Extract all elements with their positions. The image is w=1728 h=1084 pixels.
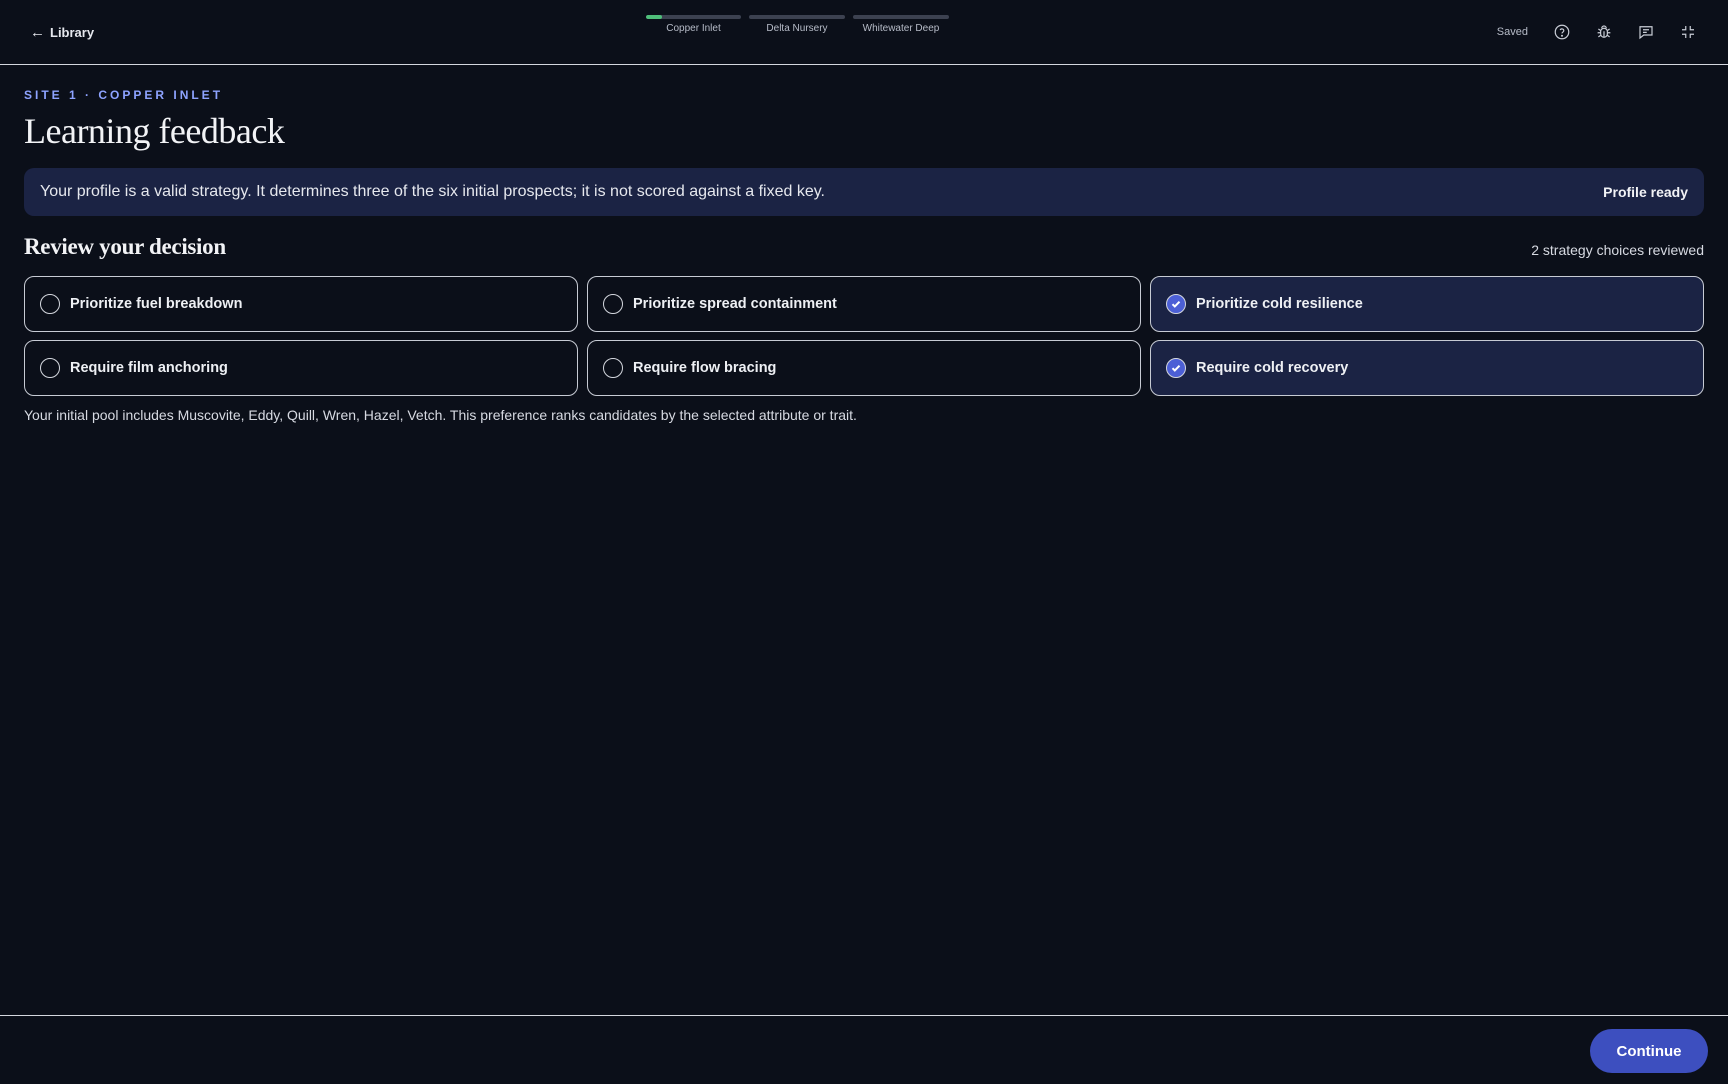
check-icon bbox=[1166, 294, 1186, 314]
exit-fullscreen-icon[interactable] bbox=[1676, 20, 1700, 44]
step-track bbox=[853, 15, 949, 19]
top-actions: Saved bbox=[1497, 18, 1700, 46]
site-eyebrow: SITE 1 · COPPER INLET bbox=[24, 88, 224, 102]
option-label: Prioritize fuel breakdown bbox=[70, 296, 243, 312]
back-to-library-link[interactable]: ← Library bbox=[30, 22, 94, 42]
step-label: Copper Inlet bbox=[666, 23, 721, 34]
check-icon bbox=[1166, 358, 1186, 378]
option-prioritize-fuel-breakdown[interactable]: Prioritize fuel breakdown bbox=[24, 276, 578, 332]
back-link-label: Library bbox=[50, 24, 95, 40]
bug-icon[interactable] bbox=[1592, 20, 1616, 44]
profile-status: Profile ready bbox=[1603, 184, 1688, 200]
step-label: Whitewater Deep bbox=[862, 23, 940, 34]
help-icon[interactable] bbox=[1550, 20, 1574, 44]
site-progress: Copper Inlet Delta Nursery Whitewater De… bbox=[646, 15, 949, 34]
radio-icon bbox=[603, 294, 623, 314]
step-whitewater-deep[interactable]: Whitewater Deep bbox=[853, 15, 949, 34]
saved-status: Saved bbox=[1496, 26, 1528, 38]
radio-icon bbox=[40, 294, 60, 314]
review-count: 2 strategy choices reviewed bbox=[1531, 242, 1704, 258]
option-label: Prioritize cold resilience bbox=[1196, 296, 1363, 312]
step-track bbox=[646, 15, 741, 19]
top-bar: ← Library Copper Inlet Delta Nursery Whi… bbox=[0, 0, 1728, 65]
step-label: Delta Nursery bbox=[766, 23, 828, 34]
footer-bar: Continue bbox=[0, 1015, 1728, 1084]
step-delta-nursery[interactable]: Delta Nursery bbox=[749, 15, 845, 34]
step-track bbox=[749, 15, 845, 19]
option-label: Prioritize spread containment bbox=[633, 296, 837, 312]
step-copper-inlet[interactable]: Copper Inlet bbox=[646, 15, 741, 34]
section-title: Review your decision bbox=[24, 234, 226, 259]
option-label: Require film anchoring bbox=[70, 360, 228, 376]
option-label: Require cold recovery bbox=[1196, 360, 1349, 376]
continue-button[interactable]: Continue bbox=[1590, 1029, 1708, 1073]
option-prioritize-cold-resilience[interactable]: Prioritize cold resilience bbox=[1150, 276, 1704, 332]
profile-banner: Your profile is a valid strategy. It det… bbox=[24, 168, 1704, 216]
radio-icon bbox=[40, 358, 60, 378]
page-title: Learning feedback bbox=[24, 111, 285, 151]
option-require-cold-recovery[interactable]: Require cold recovery bbox=[1150, 340, 1704, 396]
radio-icon bbox=[603, 358, 623, 378]
step-fill bbox=[646, 15, 663, 19]
main-content: SITE 1 · COPPER INLET Learning feedback … bbox=[24, 88, 1704, 423]
option-label: Require flow bracing bbox=[633, 360, 777, 376]
arrow-left-icon: ← bbox=[30, 23, 45, 41]
feedback-icon[interactable] bbox=[1634, 20, 1658, 44]
banner-text: Your profile is a valid strategy. It det… bbox=[40, 183, 825, 200]
option-prioritize-spread-containment[interactable]: Prioritize spread containment bbox=[587, 276, 1141, 332]
option-require-film-anchoring[interactable]: Require film anchoring bbox=[24, 340, 578, 396]
strategy-options: Prioritize fuel breakdown Prioritize spr… bbox=[24, 276, 1704, 396]
option-require-flow-bracing[interactable]: Require flow bracing bbox=[587, 340, 1141, 396]
pool-note: Your initial pool includes Muscovite, Ed… bbox=[24, 407, 857, 423]
review-section-header: Review your decision 2 strategy choices … bbox=[24, 234, 1704, 260]
